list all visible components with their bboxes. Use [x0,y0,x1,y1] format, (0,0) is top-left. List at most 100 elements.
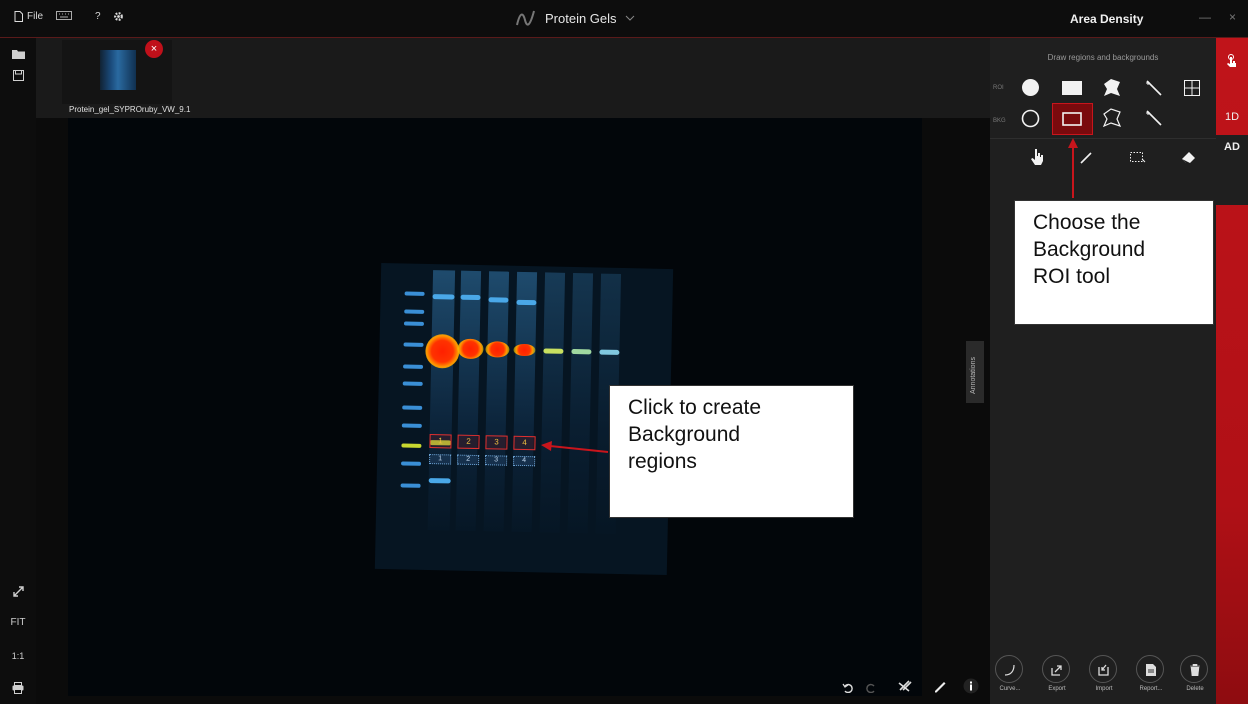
save-icon [12,70,24,81]
bkg-magic-wand-tool[interactable] [1145,109,1163,132]
panel-title: Area Density [1070,12,1144,26]
magic-wand-icon [1146,110,1162,126]
close-window-button[interactable]: × [1229,10,1236,24]
background-region[interactable]: 4 [513,455,536,467]
one-to-one-button[interactable]: 1:1 [10,651,26,661]
expand-button[interactable] [10,586,26,600]
gel-hotspot [425,333,460,369]
gel-band [516,299,537,306]
delete-button[interactable]: Delete [1180,655,1209,692]
gel-lane [427,270,456,531]
pen-tool[interactable] [1080,150,1094,169]
hand-tool[interactable] [1030,148,1044,170]
trash-icon [1181,656,1209,684]
roi-magic-wand-tool[interactable] [1145,79,1163,102]
background-region[interactable]: 1 [429,454,452,465]
close-thumbnail-button[interactable]: × [145,40,163,58]
fit-button[interactable]: FIT [10,617,26,628]
select-tool[interactable] [1130,151,1146,169]
roi-region[interactable]: 3 [485,435,508,450]
import-button[interactable]: Import [1089,655,1117,692]
roi-grid-tool[interactable] [1184,80,1200,101]
roi-region[interactable]: 4 [513,435,536,451]
background-region[interactable]: 2 [457,454,480,466]
help-label: ? [95,11,101,22]
callout-choose-tool: Choose the Background ROI tool [1014,200,1214,325]
ladder-band [401,461,422,466]
hide-annotations-button[interactable] [898,679,913,697]
tab-ad[interactable]: AD [1216,135,1248,205]
hand-pointer-icon [1031,149,1043,165]
export-button-label: Export [1048,686,1066,692]
app-title: Protein Gels [545,10,617,26]
gel-band [571,348,592,355]
report-button-label: Report... [1139,686,1163,692]
export-icon [1043,656,1071,684]
info-button[interactable] [963,678,979,699]
help-button[interactable]: ? [95,11,101,22]
panel-instructions: Draw regions and backgrounds [1047,53,1159,62]
bkg-row-label: BKG [993,118,1006,124]
print-icon [12,682,24,694]
filled-polygon-icon [1104,79,1120,96]
annotate-pen-button[interactable] [933,679,947,698]
tab-1d[interactable]: 1D [1216,111,1248,123]
ladder-band [401,443,422,448]
thumbnail-name: Protein_gel_SYPROruby_VW_9.1 [69,105,191,114]
eraser-tool[interactable] [1181,151,1197,169]
outline-circle-icon [1021,109,1040,128]
callout-line: Click to create [628,396,762,419]
top-bar: File ? Protein Gels Area Density — × [0,0,1248,38]
app-title-dropdown[interactable]: Protein Gels [515,8,635,28]
gel-band [460,294,481,301]
ladder-band [400,483,421,488]
gel-lane [539,272,566,533]
gel-band [432,294,455,300]
roi-polygon-tool[interactable] [1102,78,1122,102]
roi-rectangle-tool[interactable] [1062,81,1082,100]
ladder-band [404,291,425,296]
curve-button[interactable]: Curve... [995,655,1023,692]
annotations-tab[interactable]: Annotations [966,341,984,403]
settings-button[interactable] [113,11,124,22]
bkg-circle-tool[interactable] [1021,109,1040,133]
gel-band [488,297,509,303]
roi-region[interactable]: 1 [429,434,452,449]
file-icon [14,11,23,22]
keyboard-button[interactable] [56,11,72,20]
save-button[interactable] [10,70,26,84]
chevron-down-icon [625,15,634,21]
gel-lane [511,271,538,533]
bkg-rectangle-tool[interactable] [1062,112,1082,131]
eraser-icon [1182,152,1195,163]
undo-button[interactable] [842,680,853,698]
print-button[interactable] [10,682,26,697]
minimize-button[interactable]: — [1199,10,1211,24]
gel-lane [483,271,510,532]
ladder-band [402,381,423,386]
filled-rectangle-icon [1062,81,1082,95]
grid-icon [1184,80,1200,96]
ladder-band [403,364,424,369]
touch-mode-tab[interactable] [1216,54,1248,72]
gel-hotspot [457,338,484,360]
report-button[interactable]: Report... [1136,655,1164,692]
tool-separator [990,138,1216,139]
roi-region[interactable]: 2 [457,434,480,450]
gel-band [428,478,451,484]
gel-hotspot [513,343,536,357]
export-button[interactable]: Export [1042,655,1071,692]
callout-line: Choose the [1033,211,1141,234]
redo-button[interactable] [866,680,877,698]
callout-line: Background [628,423,741,446]
ladder-band [403,342,424,347]
open-folder-button[interactable] [10,48,26,62]
file-menu[interactable]: File [14,11,43,22]
roi-circle-tool[interactable] [1021,78,1040,102]
ladder-band [403,321,425,326]
background-region[interactable]: 3 [485,455,508,466]
pen-icon [935,682,946,693]
bkg-polygon-tool[interactable] [1102,108,1122,132]
expand-icon [12,586,24,597]
gel-thumbnail[interactable]: × [62,40,172,104]
